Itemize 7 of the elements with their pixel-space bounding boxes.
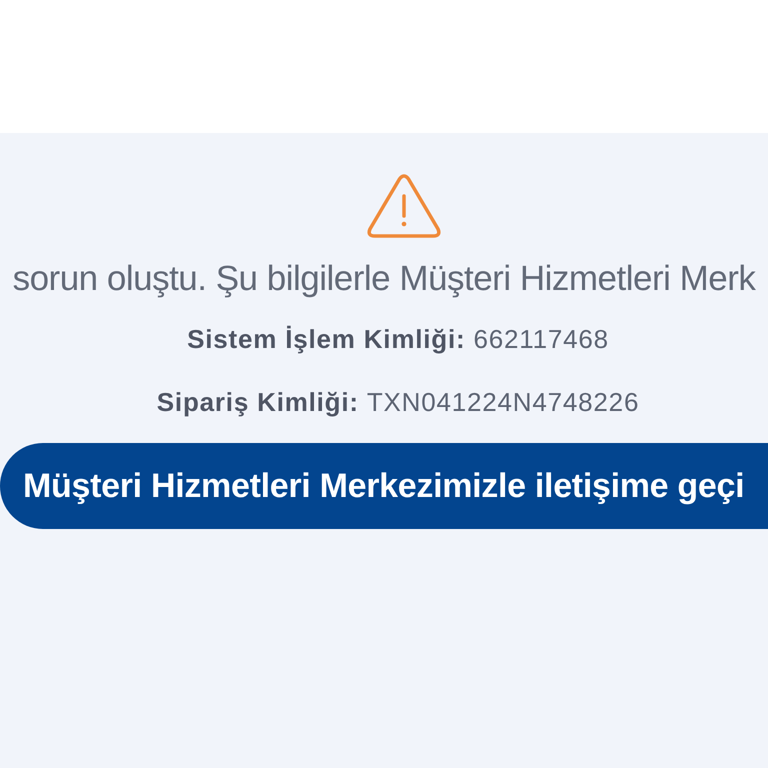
detail-value: 662117468 <box>473 324 609 355</box>
warning-icon <box>367 174 441 239</box>
detail-label: Sipariş Kimliği: <box>156 387 359 418</box>
detail-value: TXN041224N4748226 <box>366 387 640 418</box>
detail-label: Sistem İşlem Kimliği: <box>187 324 466 355</box>
contact-support-button[interactable]: Müşteri Hizmetleri Merkezimizle iletişime geçi <box>0 443 768 529</box>
error-message: sorun oluştu. Şu bilgilerle Müşteri Hizmetleri Merk <box>12 258 757 300</box>
